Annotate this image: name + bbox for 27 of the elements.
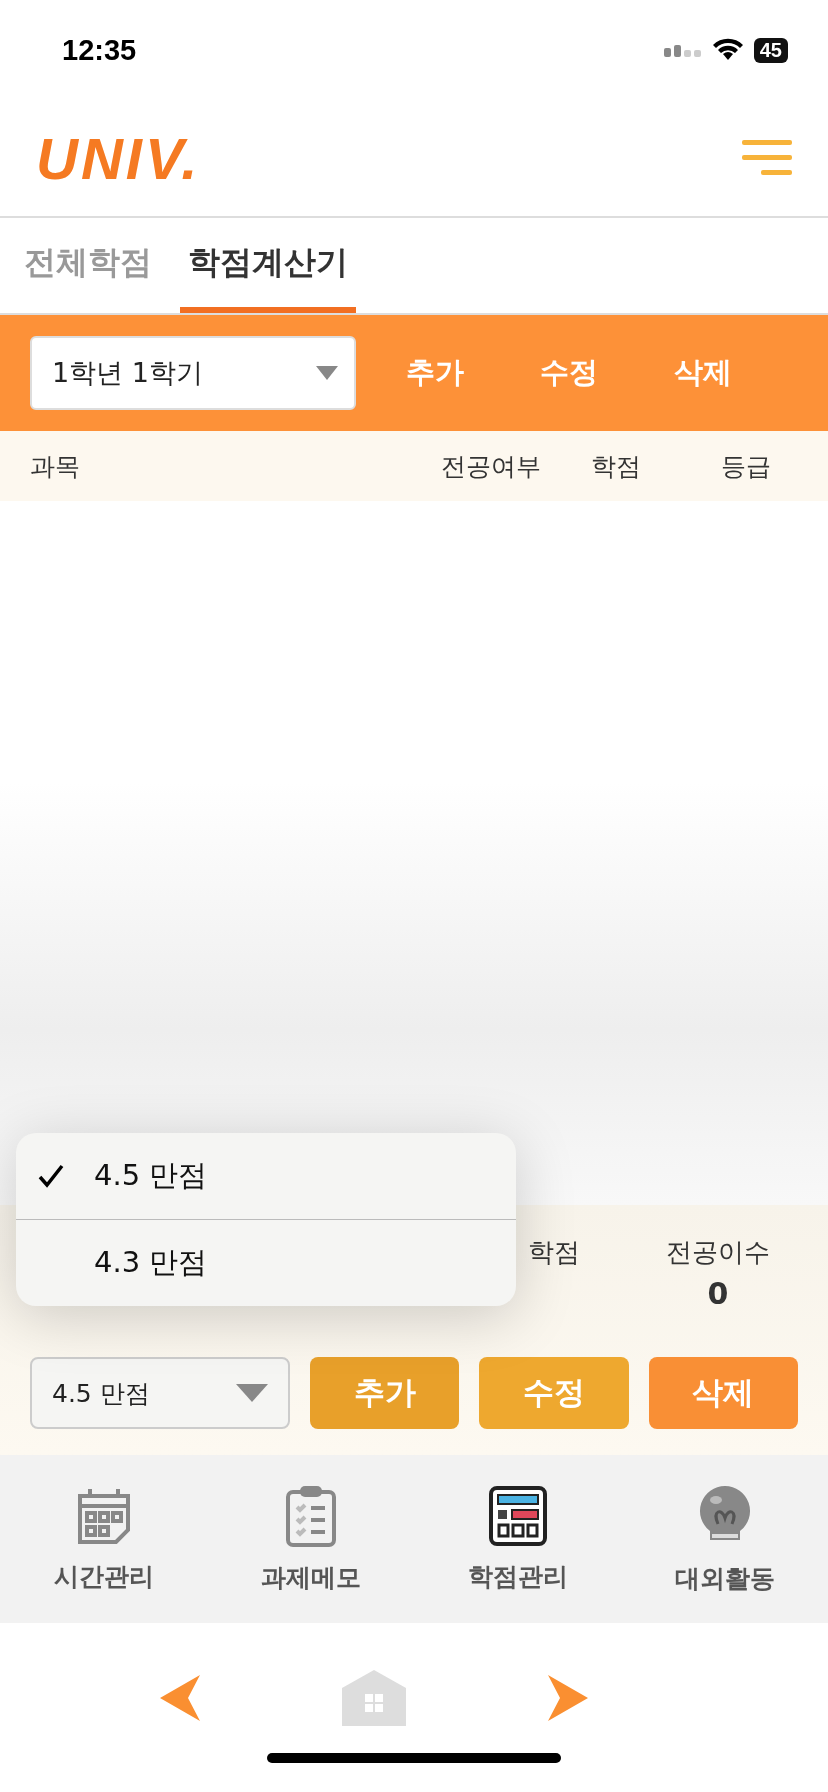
status-time: 12:35 <box>62 33 137 67</box>
nav-item[interactable]: 시간관리 <box>0 1455 207 1623</box>
column-header: 과목 <box>30 450 81 483</box>
clipboard-icon <box>284 1484 337 1547</box>
caret-icon <box>316 366 338 380</box>
column-header: 등급 <box>720 450 772 483</box>
signal-icon <box>663 43 702 57</box>
nav-item[interactable]: 대외활동 <box>621 1455 828 1623</box>
stat-value: 0 <box>707 1276 729 1311</box>
home-icon[interactable] <box>342 1670 406 1726</box>
nav-item[interactable]: 학점관리 <box>414 1455 621 1623</box>
column-header: 전공여부 <box>440 450 542 483</box>
semester-select[interactable]: 1학년 1학기 <box>30 336 356 410</box>
stat-label: 전공이수 <box>666 1236 770 1269</box>
caret-icon <box>236 1384 268 1402</box>
back-arrow-icon[interactable] <box>160 1675 200 1721</box>
wifi-icon <box>711 38 744 62</box>
column-header: 학점 <box>590 450 642 483</box>
stat-label: 학점 <box>528 1236 580 1269</box>
menu-icon[interactable] <box>742 140 792 176</box>
menu-option[interactable]: 4.5 만점 <box>16 1133 516 1219</box>
menu-option[interactable]: 4.3 만점 <box>16 1219 516 1306</box>
scale-select[interactable]: 4.5 만점 <box>30 1357 290 1429</box>
nav-item[interactable]: 과제메모 <box>207 1455 414 1623</box>
battery-level: 45 <box>753 37 788 63</box>
calculator-icon <box>488 1485 547 1546</box>
forward-arrow-icon[interactable] <box>548 1675 588 1721</box>
